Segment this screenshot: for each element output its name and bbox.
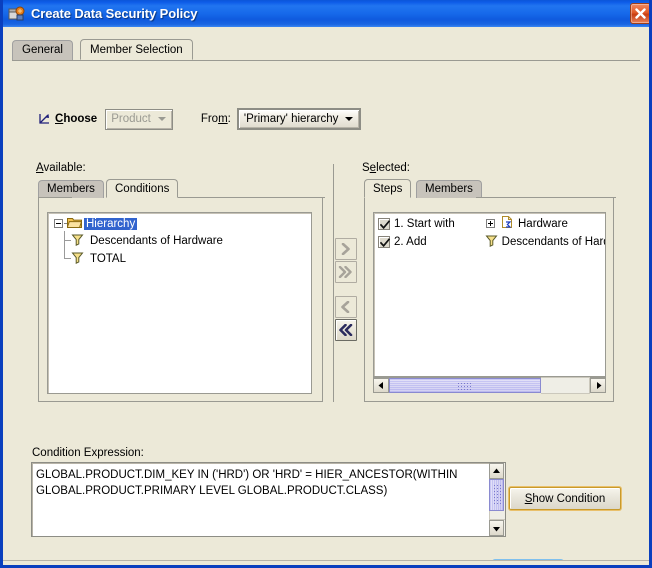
policy-shield-icon — [8, 5, 26, 23]
dimension-select[interactable]: Product — [105, 108, 173, 130]
tree-item-hierarchy-label: Hierarchy — [84, 217, 138, 230]
tab-available-members-label: Members — [47, 183, 95, 195]
show-condition-label: Show Condition — [524, 492, 606, 505]
step-2-member: Descendants of Hardw — [501, 235, 605, 248]
tree-item-hierarchy[interactable]: Hierarchy — [54, 216, 138, 232]
tab-member-selection[interactable]: Member Selection — [80, 39, 193, 60]
condition-expression-label: Condition Expression: — [32, 447, 144, 459]
step-1-label: 1. Start with — [394, 217, 455, 230]
close-icon[interactable] — [630, 3, 649, 24]
vscroll-thumb[interactable] — [489, 479, 504, 511]
from-label: From: — [200, 113, 231, 125]
create-data-security-policy-dialog: Create Data Security Policy General Memb… — [0, 0, 652, 568]
condition-expression-text: GLOBAL.PRODUCT.DIM_KEY IN ('HRD') OR 'HR… — [36, 469, 461, 497]
scroll-up-icon[interactable] — [489, 463, 504, 479]
status-bar — [3, 560, 649, 565]
tree-item-descendants-label: Descendants of Hardware — [90, 234, 223, 247]
panel-divider — [333, 164, 334, 402]
tab-member-selection-label: Member Selection — [90, 44, 183, 56]
move-left-button[interactable] — [335, 296, 357, 318]
move-all-left-button[interactable] — [335, 319, 357, 341]
filter-icon — [71, 251, 84, 267]
selected-tabs: Steps Members — [364, 179, 614, 199]
main-tabs: General Member Selection — [12, 39, 640, 61]
scroll-left-icon[interactable] — [373, 378, 389, 393]
hscroll-track[interactable] — [541, 377, 590, 394]
choose-label-rest: hoose — [63, 113, 98, 125]
tab-selected-steps-label: Steps — [373, 183, 403, 195]
selected-label: Selected: — [362, 162, 410, 174]
dialog-body: General Member Selection Choose Product … — [3, 27, 649, 565]
choose-row: Choose Product From: 'Primary' hierarchy — [38, 108, 362, 130]
step-row-1[interactable]: 1. Start with Hardware — [378, 215, 605, 232]
scroll-right-icon[interactable] — [590, 378, 606, 393]
tab-general[interactable]: General — [12, 40, 73, 60]
hierarchy-select[interactable]: 'Primary' hierarchy — [236, 108, 362, 130]
tree-item-descendants[interactable]: Descendants of Hardware — [71, 233, 225, 248]
tab-general-label: General — [22, 44, 63, 56]
expand-expander-icon[interactable] — [486, 219, 495, 228]
selected-steps-list[interactable]: 1. Start with Hardware 2. Add Descendant… — [373, 212, 606, 377]
chevron-down-icon — [345, 117, 354, 121]
choose-label: Choose — [55, 113, 98, 125]
step-2-checkbox[interactable] — [378, 235, 390, 248]
move-all-right-button[interactable] — [335, 261, 357, 283]
condition-vscrollbar[interactable] — [489, 463, 505, 536]
available-label: Available: — [36, 162, 86, 174]
scroll-down-icon[interactable] — [489, 520, 504, 536]
step-2-label: 2. Add — [394, 235, 427, 248]
tree-item-total-label: TOTAL — [90, 252, 126, 265]
title-bar: Create Data Security Policy — [3, 0, 649, 27]
vscroll-track[interactable] — [489, 511, 505, 520]
folder-open-icon — [66, 216, 83, 232]
tab-available-conditions[interactable]: Conditions — [106, 179, 179, 198]
tab-underline — [12, 60, 640, 61]
tab-selected-steps[interactable]: Steps — [364, 179, 412, 198]
show-condition-button[interactable]: Show Condition — [509, 487, 621, 510]
step-row-2[interactable]: 2. Add Descendants of Hardw — [378, 234, 605, 250]
condition-expression-box[interactable]: GLOBAL.PRODUCT.DIM_KEY IN ('HRD') OR 'HR… — [31, 462, 506, 537]
move-right-button[interactable] — [335, 238, 357, 260]
filter-icon — [71, 233, 84, 249]
tab-available-conditions-label: Conditions — [115, 183, 170, 195]
tab-available-members[interactable]: Members — [38, 180, 104, 198]
collapse-expander-icon[interactable] — [54, 219, 63, 228]
available-tabs: Members Conditions — [38, 179, 323, 199]
dimension-arrow-icon — [38, 112, 52, 126]
hscroll-thumb[interactable] — [389, 378, 541, 393]
selected-list-hscrollbar[interactable] — [373, 377, 606, 394]
step-1-member: Hardware — [518, 217, 568, 230]
window-title: Create Data Security Policy — [31, 6, 198, 21]
filter-icon — [485, 234, 498, 250]
dimension-select-value: Product — [111, 113, 151, 125]
tree-item-total[interactable]: TOTAL — [71, 251, 128, 266]
tab-selected-members[interactable]: Members — [416, 180, 482, 198]
step-1-checkbox[interactable] — [378, 217, 390, 230]
measure-sigma-icon — [500, 215, 514, 232]
chevron-down-icon — [157, 117, 166, 121]
hierarchy-select-value: 'Primary' hierarchy — [243, 113, 339, 125]
tab-selected-members-label: Members — [425, 183, 473, 195]
available-conditions-tree[interactable]: Hierarchy Descendants of Hardware TOTAL — [47, 212, 312, 394]
